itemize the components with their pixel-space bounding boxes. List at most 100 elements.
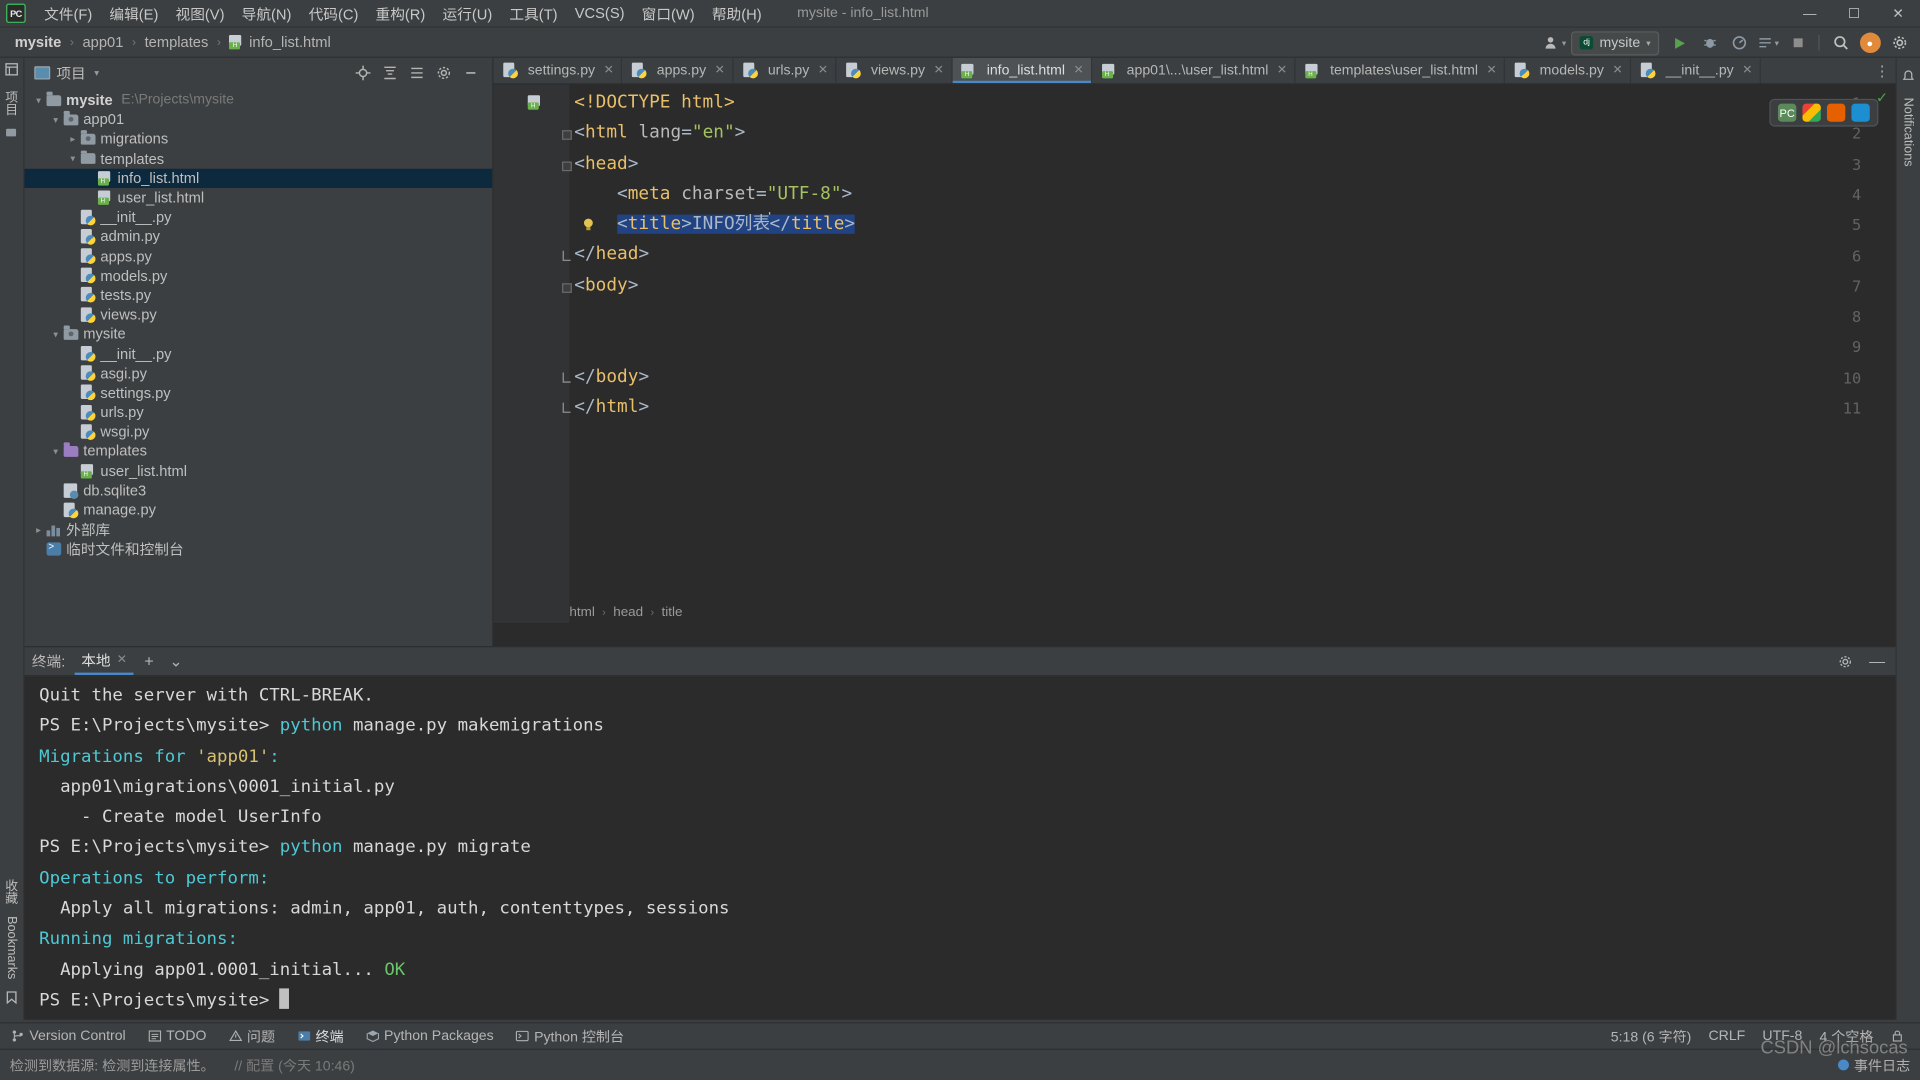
close-icon[interactable]: ✕ bbox=[1612, 64, 1622, 77]
status----button[interactable]: 问题 bbox=[218, 1026, 287, 1045]
menu-item-8[interactable]: VCS(S) bbox=[566, 1, 633, 25]
tree-item-mysite[interactable]: ▾mysiteE:\Projects\mysite bbox=[24, 90, 492, 110]
tree-item---------[interactable]: 临时文件和控制台 bbox=[24, 539, 492, 559]
run-configuration-selector[interactable]: dj mysite ▾ bbox=[1571, 31, 1659, 55]
status----button[interactable]: 终端 bbox=[286, 1026, 355, 1045]
gear-icon[interactable] bbox=[432, 61, 455, 84]
tree-item-wsgi-py[interactable]: wsgi.py bbox=[24, 422, 492, 442]
chrome-icon[interactable] bbox=[1802, 104, 1820, 122]
tree-item-user-list-html[interactable]: user_list.html bbox=[24, 461, 492, 481]
tree-item-admin-py[interactable]: admin.py bbox=[24, 227, 492, 247]
menu-item-0[interactable]: 文件(F) bbox=[36, 0, 101, 27]
editor-tab-app01-----user-list-html[interactable]: app01\...\user_list.html✕ bbox=[1092, 58, 1295, 83]
breadcrumb-item-templates[interactable]: templates bbox=[142, 34, 211, 51]
profile-icon[interactable] bbox=[1725, 30, 1752, 55]
status-python-----button[interactable]: Python 控制台 bbox=[505, 1026, 635, 1045]
gear-icon[interactable] bbox=[1886, 30, 1913, 55]
chevron-down-icon[interactable]: ▾ bbox=[49, 114, 62, 125]
close-icon[interactable]: ✕ bbox=[934, 64, 944, 77]
status-5-18--6----[interactable]: 5:18 (6 字符) bbox=[1602, 1026, 1700, 1045]
editor-tab-apps-py[interactable]: apps.py✕ bbox=[623, 58, 734, 83]
editor-tab-urls-py[interactable]: urls.py✕ bbox=[734, 58, 837, 83]
code-content[interactable]: <!DOCTYPE html><html lang="en"><head> <m… bbox=[569, 84, 1895, 623]
terminal-output[interactable]: Quit the server with CTRL-BREAK.PS E:\Pr… bbox=[24, 676, 1895, 1016]
chevron-down-icon[interactable]: ▾ bbox=[32, 95, 45, 106]
run-icon[interactable] bbox=[1667, 30, 1694, 55]
tree-item-manage-py[interactable]: manage.py bbox=[24, 500, 492, 520]
tree-item-app01[interactable]: ▾app01 bbox=[24, 110, 492, 130]
menu-item-9[interactable]: 窗口(W) bbox=[633, 0, 703, 27]
search-icon[interactable] bbox=[1827, 30, 1854, 55]
notifications-icon[interactable] bbox=[1902, 70, 1915, 87]
chevron-down-icon[interactable]: ▾ bbox=[49, 446, 62, 457]
firefox-icon[interactable] bbox=[1827, 104, 1845, 122]
tree-item-mysite[interactable]: ▾mysite bbox=[24, 325, 492, 345]
menu-item-4[interactable]: 代码(C) bbox=[300, 0, 367, 27]
chevron-right-icon[interactable]: ▸ bbox=[66, 134, 79, 145]
menu-item-1[interactable]: 编辑(E) bbox=[101, 0, 167, 27]
edge-icon[interactable] bbox=[1851, 104, 1869, 122]
hide-icon[interactable] bbox=[459, 61, 482, 84]
menu-item-7[interactable]: 工具(T) bbox=[501, 0, 566, 27]
user-avatar[interactable]: ● bbox=[1856, 30, 1883, 55]
tree-item-templates[interactable]: ▾templates bbox=[24, 442, 492, 462]
editor-tab-templates-user-list-html[interactable]: templates\user_list.html✕ bbox=[1296, 58, 1506, 83]
menu-item-3[interactable]: 导航(N) bbox=[233, 0, 300, 27]
menu-item-2[interactable]: 视图(V) bbox=[167, 0, 233, 27]
account-icon[interactable]: ▾ bbox=[1542, 30, 1569, 55]
maximize-button[interactable]: ☐ bbox=[1832, 0, 1876, 28]
menu-item-6[interactable]: 运行(U) bbox=[434, 0, 501, 27]
tree-item-migrations[interactable]: ▸migrations bbox=[24, 129, 492, 149]
status-todo-button[interactable]: TODO bbox=[137, 1029, 218, 1043]
tree-item-views-py[interactable]: views.py bbox=[24, 305, 492, 325]
editor-tab-views-py[interactable]: views.py✕ bbox=[837, 58, 953, 83]
breadcrumb-item-app01[interactable]: app01 bbox=[80, 34, 126, 51]
sidebar-item-project[interactable]: 项目 bbox=[0, 84, 23, 121]
editor-tab-info-list-html[interactable]: info_list.html✕ bbox=[952, 58, 1092, 83]
locate-icon[interactable] bbox=[351, 61, 374, 84]
tree-item-apps-py[interactable]: apps.py bbox=[24, 246, 492, 266]
sidebar-item-favorites[interactable]: 收藏 bbox=[0, 873, 23, 910]
tree-item---init---py[interactable]: __init__.py bbox=[24, 344, 492, 364]
structure-stripe-icon[interactable] bbox=[5, 127, 18, 143]
configure-link[interactable]: // 配置 (今天 10:46) bbox=[234, 1055, 355, 1074]
chevron-down-icon[interactable]: ▾ bbox=[66, 153, 79, 164]
tree-item-user-list-html[interactable]: user_list.html bbox=[24, 188, 492, 208]
tree-item-models-py[interactable]: models.py bbox=[24, 266, 492, 286]
tree-item-db-sqlite3[interactable]: db.sqlite3 bbox=[24, 481, 492, 501]
tree-item-asgi-py[interactable]: asgi.py bbox=[24, 364, 492, 384]
expand-icon[interactable] bbox=[405, 61, 428, 84]
project-stripe-icon[interactable] bbox=[5, 63, 18, 80]
debug-icon[interactable] bbox=[1696, 30, 1723, 55]
close-icon[interactable]: ✕ bbox=[1742, 64, 1752, 77]
close-icon[interactable]: ✕ bbox=[117, 653, 127, 666]
close-icon[interactable]: ✕ bbox=[715, 64, 725, 77]
tabbar-overflow[interactable]: ⋮ bbox=[1875, 58, 1896, 83]
status-crlf[interactable]: CRLF bbox=[1700, 1029, 1754, 1043]
coverage-icon[interactable]: ▾ bbox=[1755, 30, 1782, 55]
editor-breadcrumb-head[interactable]: head bbox=[613, 604, 643, 618]
close-icon[interactable]: ✕ bbox=[1277, 64, 1287, 77]
editor-tab-settings-py[interactable]: settings.py✕ bbox=[493, 58, 622, 83]
terminal-dropdown-icon[interactable]: ⌄ bbox=[165, 650, 187, 672]
add-terminal-button[interactable]: + bbox=[138, 650, 160, 672]
chevron-down-icon[interactable]: ▾ bbox=[49, 329, 62, 340]
close-icon[interactable]: ✕ bbox=[604, 64, 614, 77]
editor-breadcrumb-title[interactable]: title bbox=[662, 604, 683, 618]
chevron-down-icon[interactable]: ▾ bbox=[94, 68, 99, 79]
chevron-right-icon[interactable]: ▸ bbox=[32, 524, 45, 535]
editor-breadcrumb-html[interactable]: html bbox=[569, 604, 594, 618]
sidebar-item-bookmarks[interactable]: Bookmarks bbox=[2, 911, 22, 986]
tree-item-tests-py[interactable]: tests.py bbox=[24, 286, 492, 306]
breadcrumb-item-info-list-html[interactable]: info_list.html bbox=[227, 34, 333, 51]
close-icon[interactable]: ✕ bbox=[1074, 64, 1084, 77]
tree-item-settings-py[interactable]: settings.py bbox=[24, 383, 492, 403]
minimize-button[interactable]: — bbox=[1788, 0, 1832, 28]
stop-icon[interactable] bbox=[1784, 30, 1811, 55]
collapse-all-icon[interactable] bbox=[378, 61, 401, 84]
tree-item-templates[interactable]: ▾templates bbox=[24, 149, 492, 169]
menu-item-5[interactable]: 重构(R) bbox=[367, 0, 434, 27]
close-icon[interactable]: ✕ bbox=[1487, 64, 1497, 77]
hide-terminal-button[interactable]: — bbox=[1866, 650, 1888, 672]
code-editor[interactable]: 1234567891011 <!DOCTYPE html><html lang=… bbox=[493, 84, 1895, 623]
